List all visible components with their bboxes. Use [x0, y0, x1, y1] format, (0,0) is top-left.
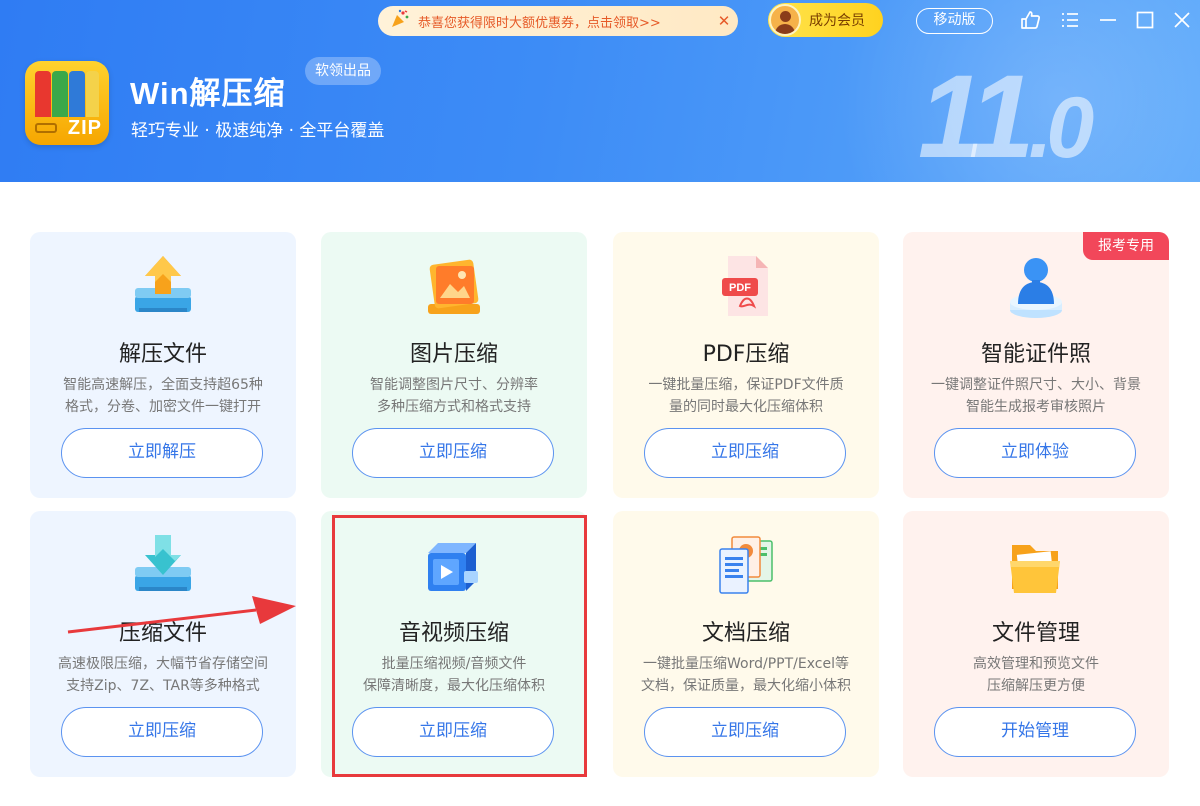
- app-logo: ZIP: [25, 61, 109, 145]
- zipper-icon: [35, 123, 57, 133]
- compress-docs-button[interactable]: 立即压缩: [644, 707, 846, 757]
- card-extract[interactable]: 解压文件 智能高速解压，全面支持超65种 格式，分卷、加密文件一键打开 立即解压: [30, 232, 296, 498]
- card-file-manage[interactable]: 文件管理 高效管理和预览文件 压缩解压更方便 开始管理: [903, 511, 1169, 777]
- card-id-photo[interactable]: 报考专用 智能证件照 一键调整证件照尺寸、大小、背景 智能生成报考审核照片 立即体…: [903, 232, 1169, 498]
- card-pdf-compress[interactable]: PDF PDF压缩 一键批量压缩，保证PDF文件质 量的同时最大化压缩体积 立即压…: [613, 232, 879, 498]
- card-av-compress[interactable]: 音视频压缩 批量压缩视频/音频文件 保障清晰度，最大化压缩体积 立即压缩: [321, 511, 587, 777]
- app-header: ZIP Win解压缩 软领出品 轻巧专业 · 极速纯净 · 全平台覆盖 11.0…: [0, 0, 1200, 182]
- card-title: 智能证件照: [980, 342, 1091, 367]
- card-title: 解压文件: [118, 342, 207, 367]
- mobile-version-button[interactable]: 移动版: [916, 8, 993, 34]
- folder-icon: [1006, 531, 1066, 599]
- thumbs-up-icon[interactable]: [1018, 8, 1042, 32]
- card-description: 一键批量压缩，保证PDF文件质 量的同时最大化压缩体积: [648, 377, 844, 415]
- compress-pdf-button[interactable]: 立即压缩: [644, 428, 846, 478]
- image-icon: [424, 252, 484, 320]
- become-member-button[interactable]: 成为会员: [768, 3, 883, 37]
- card-description: 智能高速解压，全面支持超65种 格式，分卷、加密文件一键打开: [63, 377, 263, 415]
- maximize-icon[interactable]: [1133, 8, 1157, 32]
- compress-files-button[interactable]: 立即压缩: [61, 707, 263, 757]
- card-title: 压缩文件: [118, 621, 207, 646]
- compress-icon: [133, 531, 193, 599]
- try-now-button[interactable]: 立即体验: [934, 428, 1136, 478]
- pdf-icon-label: PDF: [729, 282, 751, 294]
- documents-icon: [716, 531, 776, 599]
- start-manage-button[interactable]: 开始管理: [934, 707, 1136, 757]
- version-number: 11.0: [918, 51, 1094, 182]
- menu-icon[interactable]: [1058, 8, 1082, 32]
- promo-text[interactable]: 恭喜您获得限时大额优惠券，点击领取>>: [418, 12, 710, 31]
- pdf-icon: PDF: [716, 252, 776, 320]
- extract-icon: [133, 252, 193, 320]
- close-promo-icon[interactable]: ✕: [710, 12, 738, 30]
- card-description: 批量压缩视频/音频文件 保障清晰度，最大化压缩体积: [363, 656, 545, 694]
- card-description: 高效管理和预览文件 压缩解压更方便: [973, 656, 1099, 694]
- card-title: PDF压缩: [702, 342, 790, 367]
- close-window-icon[interactable]: [1170, 8, 1194, 32]
- compress-av-button[interactable]: 立即压缩: [352, 707, 554, 757]
- card-title: 音视频压缩: [398, 621, 509, 646]
- card-title: 文件管理: [991, 621, 1080, 646]
- card-doc-compress[interactable]: 文档压缩 一键批量压缩Word/PPT/Excel等 文档，保证质量，最大化缩小体…: [613, 511, 879, 777]
- promo-banner[interactable]: 恭喜您获得限时大额优惠券，点击领取>> ✕: [378, 6, 738, 36]
- avatar-icon: [769, 4, 801, 36]
- exam-tag-badge: 报考专用: [1083, 232, 1169, 260]
- app-title: Win解压缩: [130, 76, 286, 111]
- app-tagline: 轻巧专业 · 极速纯净 · 全平台覆盖: [131, 121, 385, 141]
- logo-text: ZIP: [67, 117, 102, 139]
- compress-image-button[interactable]: 立即压缩: [352, 428, 554, 478]
- card-description: 智能调整图片尺寸、分辨率 多种压缩方式和格式支持: [370, 377, 538, 415]
- card-title: 文档压缩: [701, 621, 790, 646]
- id-photo-person-icon: [1006, 252, 1066, 320]
- become-member-label: 成为会员: [809, 13, 865, 29]
- card-title: 图片压缩: [409, 342, 498, 367]
- card-description: 高速极限压缩，大幅节省存储空间 支持Zip、7Z、TAR等多种格式: [58, 656, 268, 694]
- card-compress-files[interactable]: 压缩文件 高速极限压缩，大幅节省存储空间 支持Zip、7Z、TAR等多种格式 立即…: [30, 511, 296, 777]
- card-image-compress[interactable]: 图片压缩 智能调整图片尺寸、分辨率 多种压缩方式和格式支持 立即压缩: [321, 232, 587, 498]
- vendor-badge: 软领出品: [305, 57, 381, 85]
- minimize-icon[interactable]: [1096, 8, 1120, 32]
- video-icon: [424, 531, 484, 599]
- party-popper-icon: [390, 9, 412, 33]
- card-description: 一键调整证件照尺寸、大小、背景 智能生成报考审核照片: [931, 377, 1141, 415]
- extract-now-button[interactable]: 立即解压: [61, 428, 263, 478]
- card-description: 一键批量压缩Word/PPT/Excel等 文档，保证质量，最大化缩小体积: [641, 656, 851, 694]
